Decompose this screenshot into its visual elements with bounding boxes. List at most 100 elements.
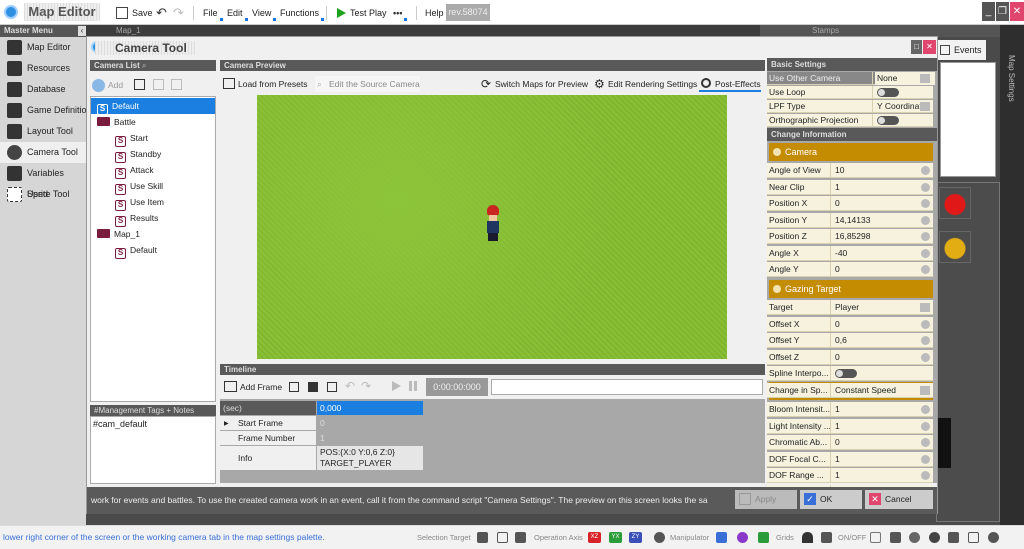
prop-value[interactable]: 0,6 (835, 333, 915, 348)
cancel-button[interactable]: ✕ Cancel (865, 490, 933, 509)
edit-source-camera-button[interactable]: ⌕ Edit the Source Camera (315, 76, 420, 92)
prop-value[interactable]: 0 (835, 262, 915, 277)
grid-lines-icon[interactable] (821, 532, 832, 543)
prop-value[interactable]: 16,85298 (835, 229, 915, 244)
expand-icon[interactable]: ▶ (224, 420, 229, 427)
prop-value[interactable]: 14,14133 (835, 213, 915, 228)
reset-icon[interactable] (921, 421, 930, 431)
grid-magnet-icon[interactable] (802, 532, 813, 543)
prop-value[interactable]: 1 (835, 180, 915, 195)
prop-row-angle-x[interactable]: Angle X -40 (767, 245, 933, 261)
sidebar-item-layout-tool[interactable]: Layout Tool (0, 121, 86, 142)
redo-button[interactable]: ↷ (170, 5, 187, 21)
dropdown-icon[interactable] (920, 102, 930, 111)
menu-help[interactable]: Help (422, 5, 449, 21)
redo-frame-icon[interactable]: ↷ (361, 379, 371, 393)
undo-frame-icon[interactable]: ↶ (345, 379, 355, 393)
prop-row-offset-y[interactable]: Offset Y 0,6 (767, 333, 933, 348)
reset-icon[interactable] (921, 166, 930, 175)
prop-row-spline-interpo[interactable]: Spline Interpo... (767, 366, 933, 381)
dropdown-icon[interactable] (920, 74, 930, 83)
reset-icon[interactable] (921, 248, 930, 258)
toggle-shadow-icon[interactable] (909, 532, 920, 543)
collapse-icon[interactable]: ‹ (78, 26, 86, 36)
operation-axis-icon[interactable] (515, 532, 526, 543)
menu-file[interactable]: File (200, 5, 223, 21)
tree-folder-battle[interactable]: Battle (97, 114, 136, 130)
delete-icon[interactable] (171, 79, 182, 90)
prop-row-offset-z[interactable]: Offset Z 0 (767, 349, 933, 365)
toggle-light-icon[interactable] (890, 532, 901, 543)
prop-row-dof-focal-c[interactable]: DOF Focal C... 1 (767, 451, 933, 467)
orthographic-toggle[interactable] (877, 116, 899, 125)
sidebar-item-database[interactable]: Database (0, 79, 86, 100)
manipulator-icon[interactable] (654, 532, 665, 543)
reset-icon[interactable] (921, 438, 930, 447)
prop-row-near-clip[interactable]: Near Clip 1 (767, 179, 933, 195)
section-gazing-target[interactable]: Gazing Target (769, 280, 933, 298)
manipulator-scale-icon[interactable] (758, 532, 769, 543)
menu-edit[interactable]: Edit (224, 5, 248, 21)
tree-item-default[interactable]: S Default (91, 98, 215, 115)
prop-row-light-intensity[interactable]: Light Intensity ... 1 (767, 418, 933, 434)
reset-icon[interactable] (921, 471, 930, 480)
prop-value[interactable]: 1 (835, 452, 915, 467)
apply-button[interactable]: Apply (735, 490, 797, 509)
axis-xz-button[interactable]: XZ (588, 532, 601, 543)
reset-icon[interactable] (921, 454, 930, 464)
use-loop-toggle[interactable] (877, 88, 899, 97)
tab-events[interactable]: Events (936, 40, 986, 60)
toggle-grid-icon[interactable] (870, 532, 881, 543)
prop-row-position-x[interactable]: Position X 0 (767, 196, 933, 211)
prop-lpf-type[interactable]: LPF Type Y Coordinate (767, 100, 933, 113)
prop-value[interactable]: 0 (835, 196, 915, 211)
play-timeline-icon[interactable] (392, 381, 401, 391)
prop-row-bloom-intensit[interactable]: Bloom Intensit... 1 (767, 402, 933, 417)
prop-value[interactable]: Constant Speed (835, 383, 915, 398)
yellow-cube-stamp[interactable] (939, 231, 971, 263)
paste-frame-icon[interactable] (308, 382, 318, 392)
manipulator-rotate-icon[interactable] (737, 532, 748, 543)
close-button[interactable]: ✕ (1010, 2, 1024, 21)
sidebar-item-map-editor[interactable]: Map Editor (0, 37, 86, 58)
menu-functions[interactable]: Functions (277, 5, 325, 21)
post-effects-button[interactable]: Post-Effects (699, 76, 761, 92)
tree-item-attack[interactable]: S Attack (115, 162, 154, 179)
prop-row-chromatic-ab[interactable]: Chromatic Ab... 0 (767, 435, 933, 450)
toggle-object-icon[interactable] (968, 532, 979, 543)
undo-button[interactable]: ↶ (153, 5, 170, 21)
load-presets-button[interactable]: Load from Presets (222, 76, 307, 92)
reset-icon[interactable] (921, 182, 930, 192)
prop-value[interactable]: -40 (835, 246, 915, 261)
prop-row-angle-y[interactable]: Angle Y 0 (767, 262, 933, 277)
tree-item-results[interactable]: S Results (115, 210, 158, 227)
reset-icon[interactable] (921, 352, 930, 362)
tree-item-use-item[interactable]: S Use Item (115, 194, 164, 211)
red-cube-stamp[interactable] (939, 187, 971, 219)
prop-value[interactable]: 1 (835, 402, 915, 417)
prop-row-position-z[interactable]: Position Z 16,85298 (767, 229, 933, 244)
copy-icon[interactable] (134, 79, 145, 90)
copy-frame-icon[interactable] (289, 382, 299, 392)
axis-yx-button[interactable]: YX (609, 532, 622, 543)
prop-value[interactable]: 10 (835, 163, 915, 178)
reset-icon[interactable] (921, 215, 930, 225)
prop-row-target[interactable]: Target Player (767, 300, 933, 315)
add-camera-button[interactable]: Add (92, 77, 123, 93)
prop-value[interactable]: 1 (835, 468, 915, 483)
close-window-button[interactable]: ✕ (923, 40, 936, 54)
prop-row-offset-x[interactable]: Offset X 0 (767, 316, 933, 332)
prop-value[interactable]: 0 (835, 350, 915, 365)
sidebar-item-resources[interactable]: Resources (0, 58, 86, 79)
save-button[interactable]: Save (114, 5, 156, 21)
add-frame-button[interactable]: Add Frame (223, 379, 282, 395)
tree-item-use-skill[interactable]: S Use Skill (115, 178, 163, 195)
prop-value[interactable]: Player (835, 300, 915, 315)
search-icon[interactable]: ⌕ (142, 61, 146, 70)
timeline-track[interactable] (491, 379, 763, 395)
tags-input[interactable]: #cam_default (90, 416, 216, 484)
prop-use-loop[interactable]: Use Loop (767, 86, 933, 99)
axis-zy-button[interactable]: ZY (629, 532, 642, 543)
switch-maps-button[interactable]: ⟳ Switch Maps for Preview (479, 76, 588, 92)
manipulator-move-icon[interactable] (716, 532, 727, 543)
